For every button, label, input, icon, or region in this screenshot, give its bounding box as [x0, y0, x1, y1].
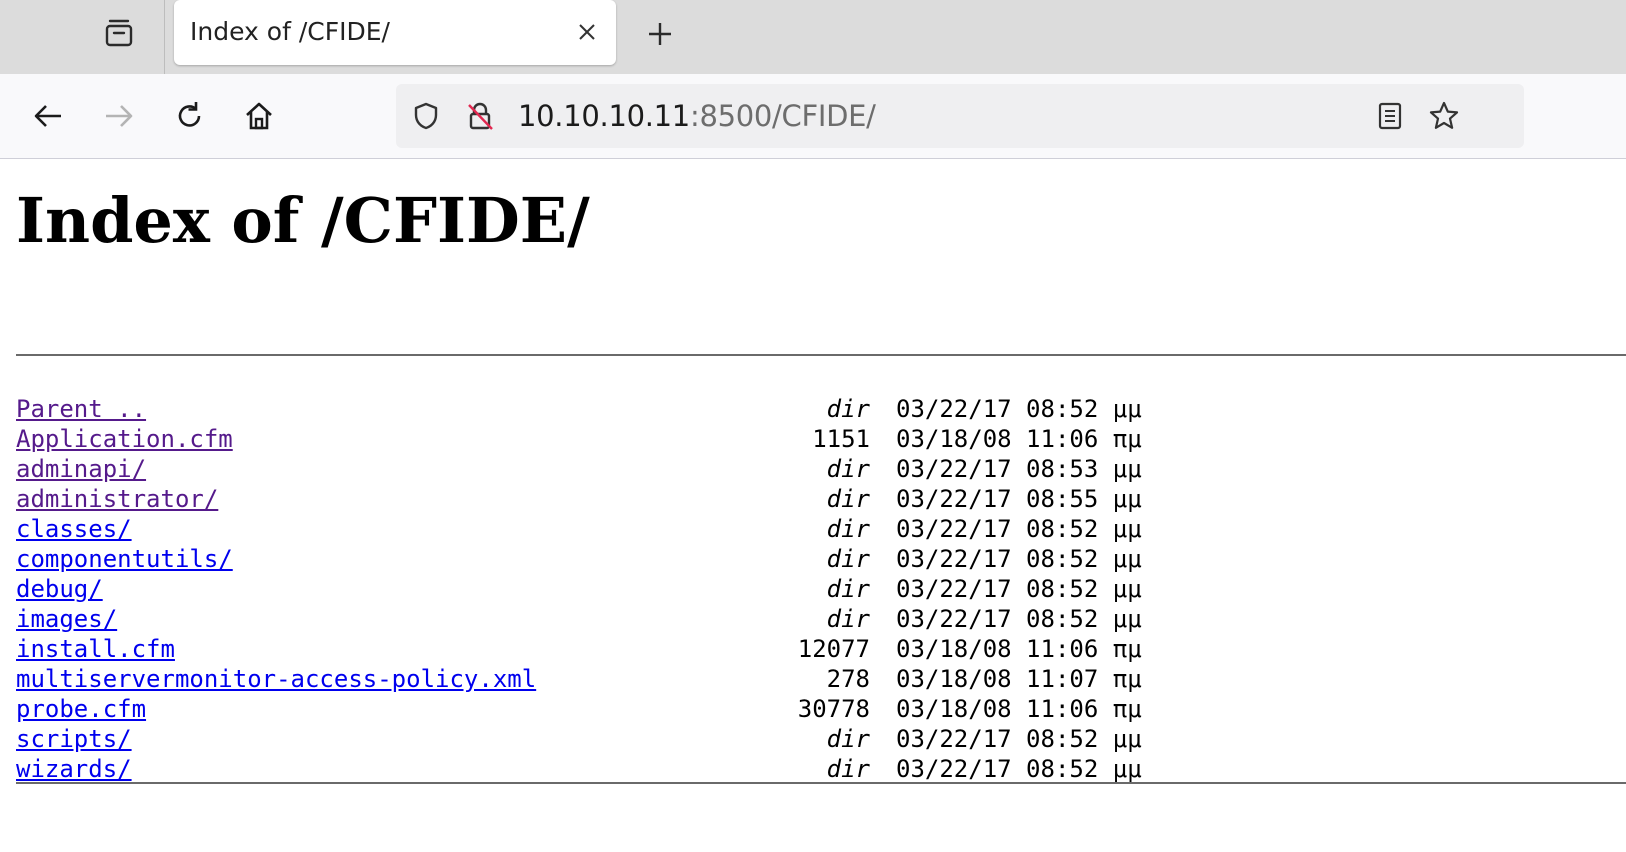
entry-date: 03/22/17 08:52 μμ — [896, 545, 1142, 573]
entry-date: 03/22/17 08:52 μμ — [896, 575, 1142, 603]
entry-size: dir — [826, 575, 870, 603]
entry-date: 03/18/08 11:07 πμ — [896, 665, 1142, 693]
entry-size: dir — [826, 605, 870, 633]
entry-date: 03/22/17 08:52 μμ — [896, 605, 1142, 633]
entry-date: 03/22/17 08:52 μμ — [896, 395, 1142, 423]
listing-row: wizards/dir 03/22/17 08:52 μμ — [16, 754, 1316, 784]
entry-link[interactable]: debug/ — [16, 574, 103, 604]
reader-view-icon[interactable] — [1374, 100, 1406, 132]
entry-size: 1151 — [812, 425, 870, 453]
listing-row: multiservermonitor-access-policy.xml 278 0… — [16, 664, 1316, 694]
entry-link[interactable]: install.cfm — [16, 634, 175, 664]
entry-date: 03/22/17 08:52 μμ — [896, 725, 1142, 753]
entry-date: 03/18/08 11:06 πμ — [896, 425, 1142, 453]
entry-link[interactable]: wizards/ — [16, 754, 132, 784]
listing-row: probe.cfm 30778 03/18/08 11:06 πμ — [16, 694, 1316, 724]
url-path: :8500/CFIDE/ — [689, 99, 876, 133]
entry-date: 03/22/17 08:55 μμ — [896, 485, 1142, 513]
entry-size: 30778 — [797, 695, 870, 723]
listing-row: Parent .. dir 03/22/17 08:52 μμ — [16, 394, 1316, 424]
entry-link[interactable]: Parent .. — [16, 394, 146, 424]
directory-listing: Parent .. dir 03/22/17 08:52 μμ Application… — [16, 394, 1316, 784]
entry-size: dir — [826, 545, 870, 573]
entry-size: dir — [826, 455, 870, 483]
entry-link[interactable]: administrator/ — [16, 484, 218, 514]
entry-link[interactable]: adminapi/ — [16, 454, 146, 484]
entry-date: 03/22/17 08:52 μμ — [896, 755, 1142, 783]
listing-row: adminapi/dir 03/22/17 08:53 μμ — [16, 454, 1316, 484]
entry-link[interactable]: multiservermonitor-access-policy.xml — [16, 664, 536, 694]
entry-date: 03/22/17 08:53 μμ — [896, 455, 1142, 483]
listing-row: classes/dir 03/22/17 08:52 μμ — [16, 514, 1316, 544]
entry-size: dir — [826, 755, 870, 783]
entry-date: 03/18/08 11:06 πμ — [896, 635, 1142, 663]
url-text[interactable]: 10.10.10.11:8500/CFIDE/ — [518, 99, 876, 133]
shield-icon[interactable] — [410, 100, 442, 132]
listing-row: Application.cfm 1151 03/18/08 11:06 πμ — [16, 424, 1316, 454]
bottom-divider — [16, 782, 1626, 784]
entry-link[interactable]: probe.cfm — [16, 694, 146, 724]
entry-size: dir — [826, 515, 870, 543]
address-bar[interactable]: 10.10.10.11:8500/CFIDE/ — [396, 84, 1524, 148]
navigation-toolbar: 10.10.10.11:8500/CFIDE/ — [0, 74, 1626, 159]
entry-date: 03/22/17 08:52 μμ — [896, 515, 1142, 543]
top-divider — [16, 354, 1626, 356]
tab-title: Index of /CFIDE/ — [190, 17, 390, 46]
url-host: 10.10.10.11 — [518, 99, 690, 133]
listing-row: install.cfm 12077 03/18/08 11:06 πμ — [16, 634, 1316, 664]
entry-link[interactable]: scripts/ — [16, 724, 132, 754]
active-tab[interactable]: Index of /CFIDE/ — [174, 0, 616, 65]
entry-link[interactable]: Application.cfm — [16, 424, 233, 454]
entry-link[interactable]: images/ — [16, 604, 117, 634]
tab-divider — [164, 0, 165, 74]
listing-row: scripts/dir 03/22/17 08:52 μμ — [16, 724, 1316, 754]
entry-link[interactable]: classes/ — [16, 514, 132, 544]
entry-size: 12077 — [797, 635, 870, 663]
back-arrow-icon[interactable] — [26, 94, 70, 138]
reload-icon[interactable] — [168, 94, 212, 138]
page-content: Index of /CFIDE/ Parent .. dir 03/22/17 08… — [16, 158, 1626, 852]
close-tab-icon[interactable] — [572, 17, 602, 47]
listing-row: images/dir 03/22/17 08:52 μμ — [16, 604, 1316, 634]
listing-row: componentutils/dir 03/22/17 08:52 μμ — [16, 544, 1316, 574]
entry-size: dir — [826, 485, 870, 513]
list-all-tabs-icon[interactable] — [96, 13, 142, 53]
insecure-lock-icon[interactable] — [464, 100, 496, 132]
home-icon[interactable] — [237, 94, 281, 138]
bookmark-star-icon[interactable] — [1428, 100, 1460, 132]
entry-size: dir — [826, 395, 870, 423]
listing-row: administrator/dir 03/22/17 08:55 μμ — [16, 484, 1316, 514]
new-tab-plus-icon[interactable] — [640, 14, 680, 54]
entry-size: 278 — [826, 665, 870, 693]
entry-link[interactable]: componentutils/ — [16, 544, 233, 574]
forward-arrow-icon[interactable] — [97, 94, 141, 138]
entry-date: 03/18/08 11:06 πμ — [896, 695, 1142, 723]
tab-strip: Index of /CFIDE/ — [0, 0, 1626, 74]
page-heading: Index of /CFIDE/ — [16, 184, 590, 257]
listing-row: debug/dir 03/22/17 08:52 μμ — [16, 574, 1316, 604]
entry-size: dir — [826, 725, 870, 753]
